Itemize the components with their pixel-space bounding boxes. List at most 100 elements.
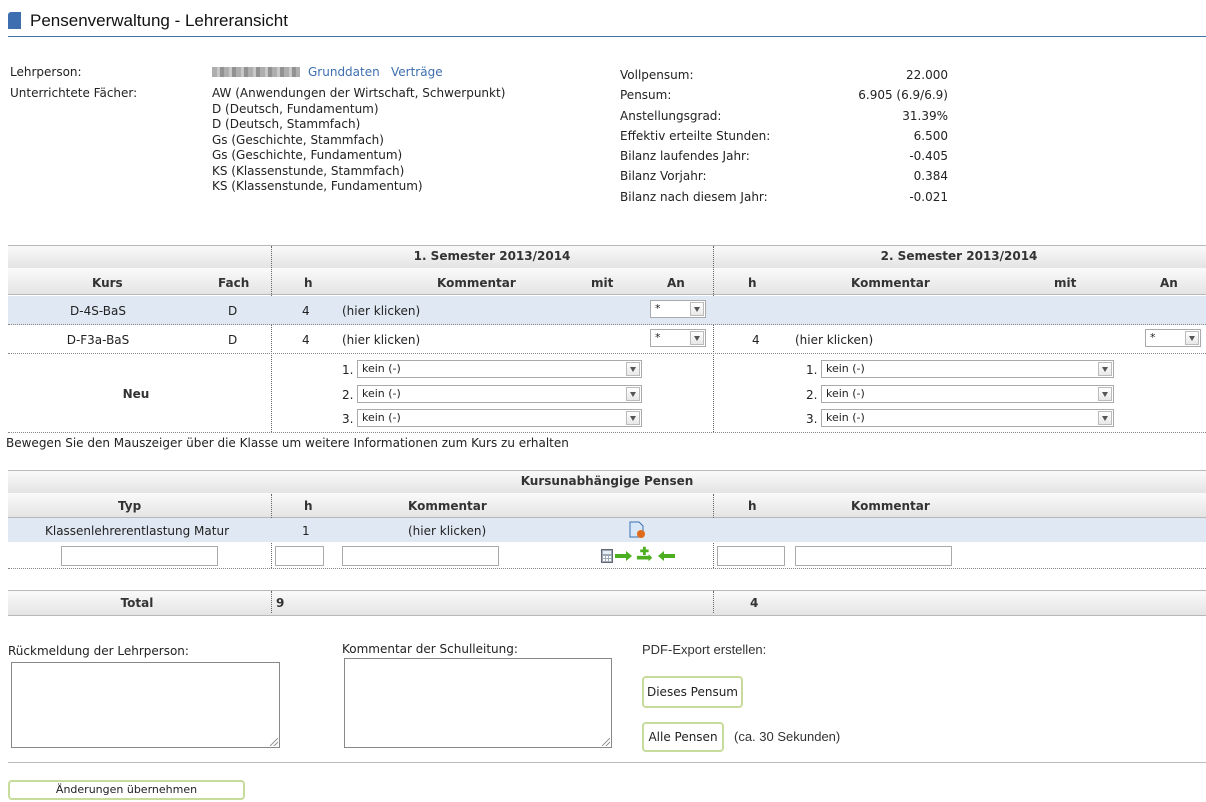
export-all-note: (ca. 30 Sekunden) [734, 729, 841, 744]
col-kommentar-2: Kommentar [851, 276, 930, 290]
new-h-input-2[interactable] [717, 546, 785, 566]
stat-label: Vollpensum: [620, 68, 694, 82]
new-select-num: 1. [806, 363, 818, 377]
stat-label: Bilanz Vorjahr: [620, 169, 707, 184]
arrow-left-icon[interactable] [656, 549, 676, 563]
stat-label: Pensum: [620, 88, 672, 103]
independent-title: Kursunabhängige Pensen [520, 474, 694, 488]
new-comment-input-2[interactable] [795, 546, 952, 566]
col-kurs: Kurs [92, 276, 123, 290]
chevron-down-icon [690, 331, 704, 345]
new-typ-input[interactable] [61, 546, 218, 566]
vertraege-link[interactable]: Verträge [391, 65, 443, 79]
course-comment-2[interactable]: (hier klicken) [795, 333, 873, 347]
new-course-select-3[interactable]: kein (-) [357, 409, 642, 427]
divider [271, 591, 272, 613]
new-h-input-1[interactable] [275, 546, 324, 566]
row-divider [8, 568, 1206, 569]
col-mit-1: mit [591, 276, 614, 290]
school-comment-textarea[interactable] [344, 658, 612, 748]
new-course-select-4[interactable]: kein (-) [821, 360, 1114, 378]
subjects-list: AW (Anwendungen der Wirtschaft, Schwerpu… [212, 86, 505, 195]
chevron-down-icon [1185, 331, 1199, 345]
course-comment-1[interactable]: (hier klicken) [342, 333, 420, 347]
new-comment-input-1[interactable] [342, 546, 499, 566]
export-all-pensen-button[interactable]: Alle Pensen [642, 722, 724, 752]
stat-label: Anstellungsgrad: [620, 108, 722, 123]
add-icon[interactable] [636, 546, 654, 564]
chevron-down-icon [1098, 387, 1112, 401]
footer-divider [8, 762, 1206, 763]
new-select-num: 2. [806, 388, 818, 402]
col-mit-2: mit [1054, 276, 1077, 290]
stat-value: 6.905 (6.9/6.9) [858, 88, 948, 103]
resize-grip-icon[interactable] [602, 738, 610, 746]
subjects-label: Unterrichtete Fächer: [10, 86, 138, 100]
an-select-1[interactable]: * [650, 300, 706, 318]
chevron-down-icon [626, 362, 640, 376]
subject-item: Gs (Geschichte, Fundamentum) [212, 148, 403, 162]
hover-hint: Bewegen Sie den Mauszeiger über die Klas… [6, 436, 569, 450]
stats-labels: Vollpensum: Pensum: Anstellungsgrad: Eff… [620, 65, 770, 207]
independent-typ: Klassenlehrerentlastung Matur [44, 524, 230, 538]
new-label: Neu [122, 387, 150, 401]
teacher-feedback-textarea[interactable] [11, 662, 280, 748]
chevron-down-icon [690, 302, 704, 316]
col-fach: Fach [218, 276, 250, 290]
grunddaten-link[interactable]: Grunddaten [308, 65, 380, 79]
stat-value: 6.500 [913, 128, 948, 143]
teacher-name-redacted [212, 67, 300, 77]
semester-1-title: 1. Semester 2013/2014 [413, 249, 571, 263]
calculator-icon[interactable] [601, 549, 613, 563]
col-kommentar-1: Kommentar [408, 499, 487, 513]
an-select-1[interactable]: * [650, 329, 706, 347]
export-this-pensum-button[interactable]: Dieses Pensum [642, 676, 743, 708]
col-an-1: An [667, 276, 685, 290]
subject-item: D (Deutsch, Stammfach) [212, 117, 361, 131]
chevron-down-icon [1098, 411, 1112, 425]
stat-value: 0.384 [913, 169, 948, 184]
course-h-1: 4 [302, 333, 310, 347]
course-kurs[interactable]: D-4S-BaS [8, 304, 188, 318]
course-fach: D [228, 333, 238, 347]
course-kurs[interactable]: D-F3a-BaS [8, 333, 188, 347]
col-h-1: h [304, 276, 313, 290]
semester-2-title: 2. Semester 2013/2014 [880, 249, 1038, 263]
col-typ: Typ [118, 499, 142, 513]
subject-item: KS (Klassenstunde, Fundamentum) [212, 179, 423, 193]
stat-label: Bilanz laufendes Jahr: [620, 149, 750, 164]
col-h-2: h [748, 276, 757, 290]
divider [713, 591, 714, 613]
new-select-num: 2. [342, 388, 354, 402]
subject-item: AW (Anwendungen der Wirtschaft, Schwerpu… [212, 86, 506, 100]
stat-value: 31.39% [902, 108, 948, 123]
col-kommentar-1: Kommentar [437, 276, 516, 290]
pdf-export-label: PDF-Export erstellen: [642, 642, 767, 657]
course-h-1: 4 [302, 304, 310, 318]
course-comment-1[interactable]: (hier klicken) [342, 304, 420, 318]
new-select-num: 3. [806, 412, 818, 426]
col-kommentar-2: Kommentar [851, 499, 930, 513]
stats-values: 22.000 6.905 (6.9/6.9) 31.39% 6.500 -0.4… [838, 65, 948, 207]
stat-value: -0.405 [909, 149, 948, 164]
subject-item: Gs (Geschichte, Stammfach) [212, 132, 384, 147]
new-select-num: 3. [342, 412, 354, 426]
course-fach: D [228, 304, 238, 318]
chevron-down-icon [1098, 362, 1112, 376]
arrow-right-icon[interactable] [614, 549, 634, 563]
total-label: Total [120, 596, 154, 610]
new-course-select-1[interactable]: kein (-) [357, 360, 642, 378]
new-course-select-2[interactable]: kein (-) [357, 385, 642, 403]
resize-grip-icon[interactable] [270, 738, 278, 746]
apply-changes-button[interactable]: Änderungen übernehmen [8, 780, 245, 800]
subject-item: KS (Klassenstunde, Stammfach) [212, 163, 405, 178]
edit-document-icon[interactable] [628, 521, 646, 539]
new-course-select-5[interactable]: kein (-) [821, 385, 1114, 403]
independent-comment[interactable]: (hier klicken) [408, 524, 486, 538]
teacher-feedback-label: Rückmeldung der Lehrperson: [8, 644, 189, 658]
col-an-2: An [1160, 276, 1178, 290]
col-h-1: h [304, 499, 313, 513]
an-select-2[interactable]: * [1145, 329, 1201, 347]
title-marker [8, 12, 21, 29]
new-course-select-6[interactable]: kein (-) [821, 409, 1114, 427]
